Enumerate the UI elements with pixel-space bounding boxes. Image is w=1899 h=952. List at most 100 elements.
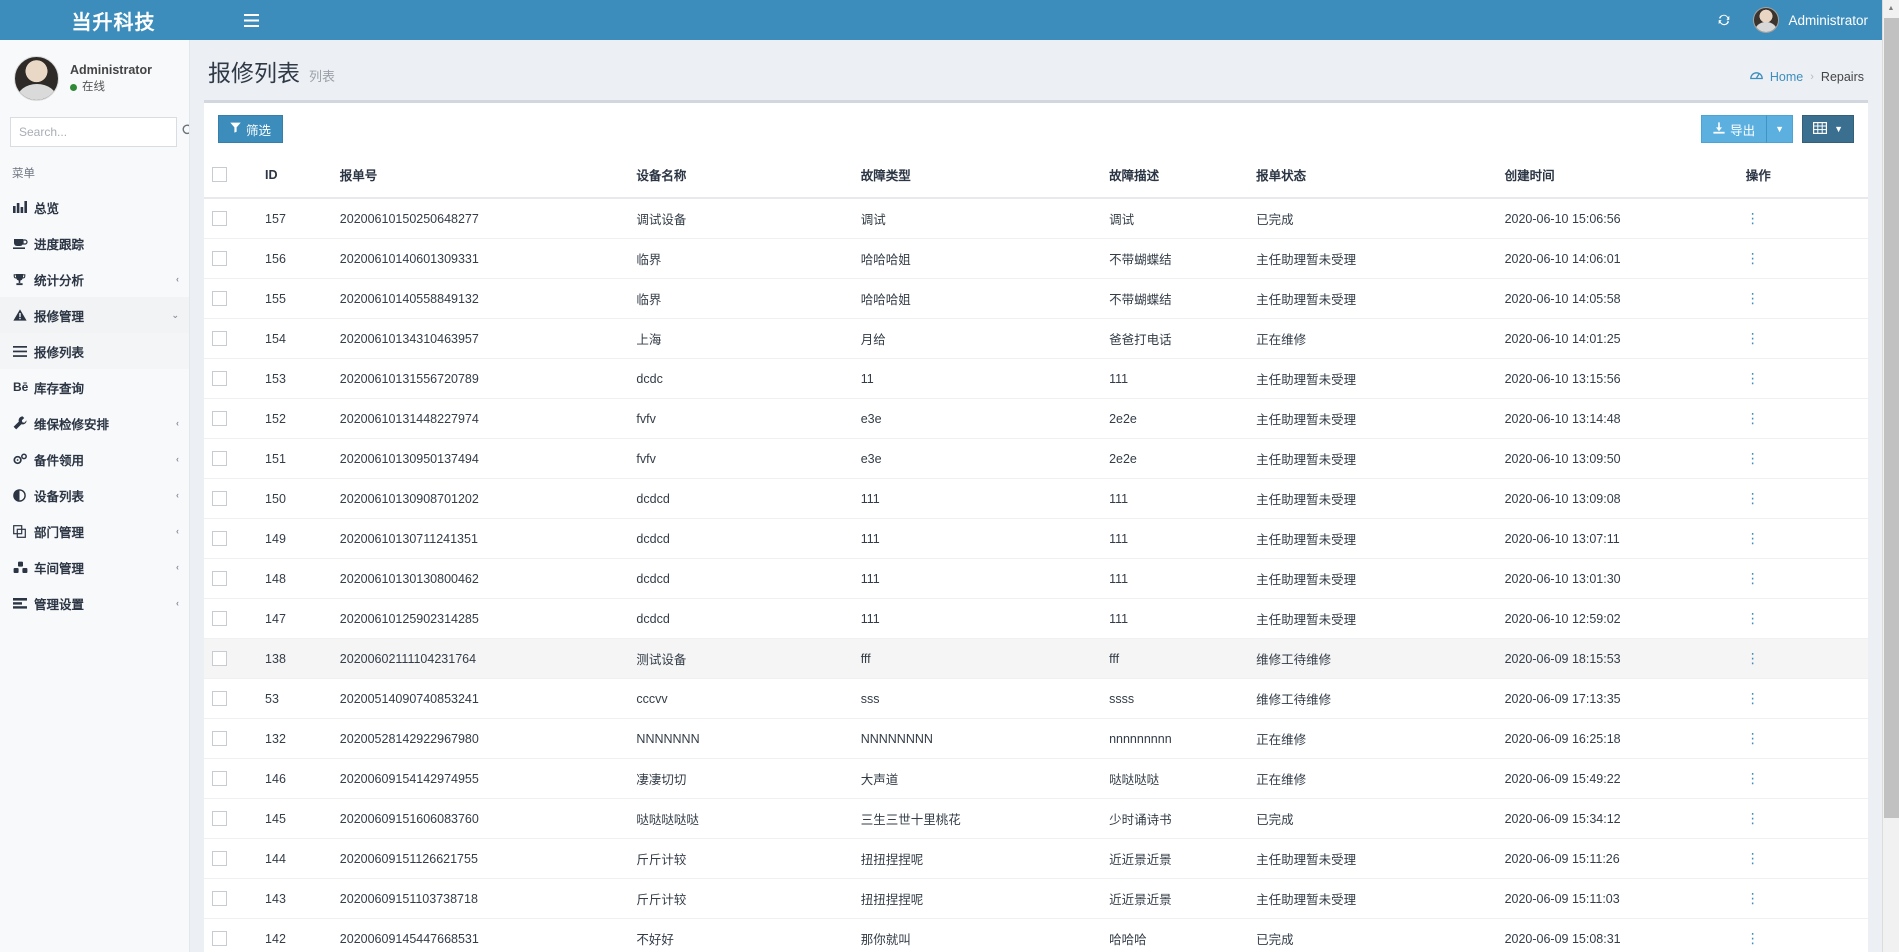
row-checkbox[interactable] (212, 891, 227, 906)
sidebar-item-overview[interactable]: 总览 (0, 189, 189, 225)
select-all-checkbox[interactable] (212, 167, 227, 182)
row-checkbox[interactable] (212, 691, 227, 706)
sidebar-item-department-management[interactable]: 部门管理 ‹ (0, 513, 189, 549)
column-header-created-time[interactable]: 创建时间 (1497, 153, 1738, 198)
more-vertical-icon[interactable]: ⋮ (1746, 570, 1760, 586)
column-header-fault-type[interactable]: 故障类型 (853, 153, 1101, 198)
sidebar-item-progress-tracking[interactable]: 进度跟踪 (0, 225, 189, 261)
column-header-status[interactable]: 报单状态 (1248, 153, 1496, 198)
sidebar-item-admin-settings[interactable]: 管理设置 ‹ (0, 585, 189, 621)
row-checkbox[interactable] (212, 571, 227, 586)
sidebar-item-workshop-management[interactable]: 车间管理 ‹ (0, 549, 189, 585)
cell-id: 53 (257, 679, 332, 719)
row-checkbox[interactable] (212, 611, 227, 626)
search-icon[interactable] (182, 118, 190, 146)
column-header-id[interactable]: ID (257, 153, 332, 198)
more-vertical-icon[interactable]: ⋮ (1746, 330, 1760, 346)
row-checkbox[interactable] (212, 491, 227, 506)
brand-logo[interactable]: 当升科技 (0, 0, 227, 40)
row-checkbox[interactable] (212, 291, 227, 306)
table-row[interactable]: 14820200610130130800462dcdcd111111主任助理暂未… (204, 559, 1868, 599)
more-vertical-icon[interactable]: ⋮ (1746, 890, 1760, 906)
cell-order-no: 20200528142922967980 (332, 719, 629, 759)
table-row[interactable]: 14220200609145447668531不好好那你就叫哈哈哈已完成2020… (204, 919, 1868, 952)
more-vertical-icon[interactable]: ⋮ (1746, 610, 1760, 626)
export-button[interactable]: 导出 (1701, 115, 1767, 143)
user-menu[interactable]: Administrator (1745, 0, 1882, 40)
row-checkbox[interactable] (212, 811, 227, 826)
refresh-icon[interactable] (1703, 0, 1745, 40)
row-checkbox[interactable] (212, 771, 227, 786)
more-vertical-icon[interactable]: ⋮ (1746, 250, 1760, 266)
table-row[interactable]: 14620200609154142974955凄凄切切大声道哒哒哒哒正在维修20… (204, 759, 1868, 799)
column-header-order-no[interactable]: 报单号 (332, 153, 629, 198)
row-checkbox[interactable] (212, 731, 227, 746)
table-row[interactable]: 14420200609151126621755斤斤计较扭扭捏捏呢近近景近景主任助… (204, 839, 1868, 879)
sidebar-item-device-list[interactable]: 设备列表 ‹ (0, 477, 189, 513)
row-checkbox[interactable] (212, 371, 227, 386)
cell-actions: ⋮ (1738, 319, 1868, 359)
row-checkbox[interactable] (212, 931, 227, 946)
hamburger-icon[interactable] (227, 0, 275, 40)
sidebar-item-repair-list[interactable]: 报修列表 (0, 333, 189, 369)
column-header-fault-desc[interactable]: 故障描述 (1101, 153, 1248, 198)
more-vertical-icon[interactable]: ⋮ (1746, 370, 1760, 386)
row-checkbox[interactable] (212, 211, 227, 226)
more-vertical-icon[interactable]: ⋮ (1746, 490, 1760, 506)
column-header-device[interactable]: 设备名称 (628, 153, 852, 198)
page-scrollbar[interactable]: ▲ (1882, 0, 1899, 952)
table-row[interactable]: 15320200610131556720789dcdc11111主任助理暂未受理… (204, 359, 1868, 399)
row-checkbox[interactable] (212, 331, 227, 346)
breadcrumb-home[interactable]: Home (1770, 70, 1803, 84)
more-vertical-icon[interactable]: ⋮ (1746, 450, 1760, 466)
sidebar-item-statistics[interactable]: 统计分析 ‹ (0, 261, 189, 297)
more-vertical-icon[interactable]: ⋮ (1746, 730, 1760, 746)
more-vertical-icon[interactable]: ⋮ (1746, 810, 1760, 826)
row-checkbox[interactable] (212, 251, 227, 266)
table-row[interactable]: 15220200610131448227974fvfve3e2e2e主任助理暂未… (204, 399, 1868, 439)
sidebar-item-repair-management[interactable]: 报修管理 ⌄ (0, 297, 189, 333)
more-vertical-icon[interactable]: ⋮ (1746, 290, 1760, 306)
more-vertical-icon[interactable]: ⋮ (1746, 690, 1760, 706)
cell-fault-type: 111 (853, 479, 1101, 519)
column-chooser-button[interactable]: ▼ (1802, 115, 1854, 143)
more-vertical-icon[interactable]: ⋮ (1746, 930, 1760, 946)
sidebar-item-inventory-query[interactable]: Bē 库存查询 (0, 369, 189, 405)
export-dropdown-caret-down-icon[interactable]: ▼ (1767, 115, 1793, 143)
cell-fault-desc: 不带蝴蝶结 (1101, 279, 1248, 319)
table-row[interactable]: 14520200609151606083760哒哒哒哒哒三生三世十里桃花少时诵诗… (204, 799, 1868, 839)
cell-actions: ⋮ (1738, 639, 1868, 679)
more-vertical-icon[interactable]: ⋮ (1746, 410, 1760, 426)
table-row[interactable]: 13820200602111104231764测试设备ffffff维修工待维修2… (204, 639, 1868, 679)
table-row[interactable]: 5320200514090740853241cccvvsssssss维修工待维修… (204, 679, 1868, 719)
more-vertical-icon[interactable]: ⋮ (1746, 530, 1760, 546)
table-row[interactable]: 15720200610150250648277调试设备调试调试已完成2020-0… (204, 198, 1868, 239)
table-row[interactable]: 14320200609151103738718斤斤计较扭扭捏捏呢近近景近景主任助… (204, 879, 1868, 919)
row-checkbox[interactable] (212, 451, 227, 466)
row-checkbox[interactable] (212, 851, 227, 866)
more-vertical-icon[interactable]: ⋮ (1746, 650, 1760, 666)
more-vertical-icon[interactable]: ⋮ (1746, 850, 1760, 866)
sidebar-user-panel[interactable]: Administrator 在线 (0, 40, 189, 115)
sidebar-item-spare-parts[interactable]: 备件领用 ‹ (0, 441, 189, 477)
more-vertical-icon[interactable]: ⋮ (1746, 210, 1760, 226)
cell-fault-desc: fff (1101, 639, 1248, 679)
table-row[interactable]: 14720200610125902314285dcdcd111111主任助理暂未… (204, 599, 1868, 639)
table-row[interactable]: 14920200610130711241351dcdcd111111主任助理暂未… (204, 519, 1868, 559)
table-row[interactable]: 15520200610140558849132临界哈哈哈姐不带蝴蝶结主任助理暂未… (204, 279, 1868, 319)
scrollbar-up-arrow-icon[interactable]: ▲ (1883, 0, 1899, 17)
filter-button-label: 筛选 (246, 120, 271, 139)
table-row[interactable]: 15120200610130950137494fvfve3e2e2e主任助理暂未… (204, 439, 1868, 479)
table-row[interactable]: 15020200610130908701202dcdcd111111主任助理暂未… (204, 479, 1868, 519)
search-input[interactable] (11, 118, 182, 146)
table-row[interactable]: 15420200610134310463957上海月给爸爸打电话正在维修2020… (204, 319, 1868, 359)
row-checkbox[interactable] (212, 411, 227, 426)
more-vertical-icon[interactable]: ⋮ (1746, 770, 1760, 786)
scrollbar-thumb[interactable] (1884, 18, 1899, 818)
sidebar-item-maintenance-schedule[interactable]: 维保检修安排 ‹ (0, 405, 189, 441)
table-row[interactable]: 15620200610140601309331临界哈哈哈姐不带蝴蝶结主任助理暂未… (204, 239, 1868, 279)
row-checkbox[interactable] (212, 531, 227, 546)
filter-button[interactable]: 筛选 (218, 115, 283, 143)
row-checkbox[interactable] (212, 651, 227, 666)
table-row[interactable]: 13220200528142922967980NNNNNNNNNNNNNNNnn… (204, 719, 1868, 759)
